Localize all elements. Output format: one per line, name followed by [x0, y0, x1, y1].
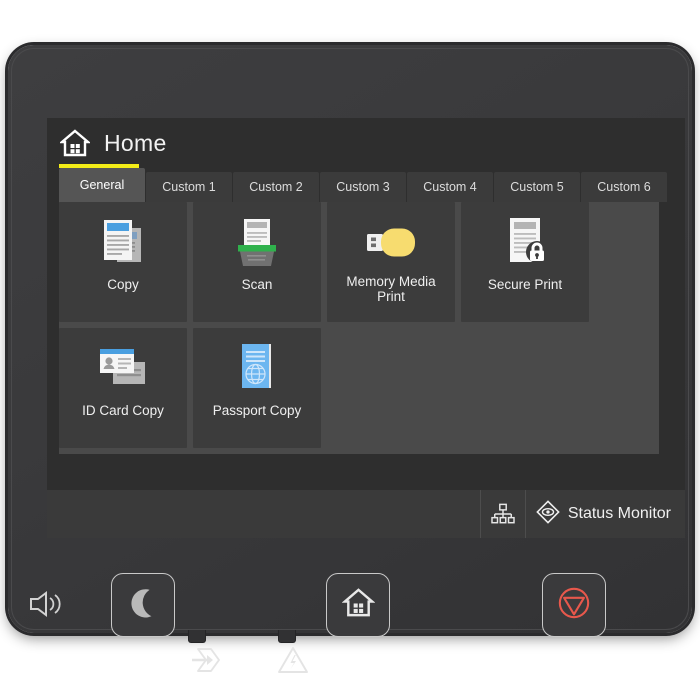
- passport-icon: [225, 340, 289, 398]
- data-arrow-icon: [189, 643, 223, 677]
- document-lock-icon: [493, 214, 557, 272]
- network-lan-icon[interactable]: [479, 490, 526, 538]
- tile-scan[interactable]: Scan: [193, 202, 321, 322]
- status-monitor-label: Status Monitor: [567, 505, 671, 522]
- tab-custom-4[interactable]: Custom 4: [407, 172, 493, 202]
- status-bar: Status Monitor: [47, 490, 685, 538]
- sleep-button[interactable]: [111, 573, 175, 637]
- tab-custom-1[interactable]: Custom 1: [146, 172, 232, 202]
- printer-control-panel: Home General Custom 1 Custom 2 Custom 3 …: [8, 45, 692, 673]
- tab-custom-5[interactable]: Custom 5: [494, 172, 580, 202]
- crescent-moon-icon: [127, 587, 159, 624]
- tile-id-card-copy[interactable]: ID Card Copy: [59, 328, 187, 448]
- copy-document-icon: [91, 214, 155, 272]
- tile-label: ID Card Copy: [82, 403, 164, 418]
- home-icon: [58, 128, 92, 158]
- scanner-icon: [225, 214, 289, 272]
- tab-custom-3[interactable]: Custom 3: [320, 172, 406, 202]
- screen-header: Home: [47, 118, 685, 168]
- tile-label: Scan: [241, 277, 273, 292]
- home-button[interactable]: [326, 573, 390, 637]
- home-icon: [341, 586, 375, 624]
- tile-passport-copy[interactable]: Passport Copy: [193, 328, 321, 448]
- tile-label: Copy: [107, 277, 139, 292]
- tile-row: Copy Scan Memory Media Print Secure Prin…: [59, 202, 659, 322]
- tab-custom-2[interactable]: Custom 2: [233, 172, 319, 202]
- usb-flash-drive-icon: [359, 214, 423, 272]
- lcd-touchscreen[interactable]: Home General Custom 1 Custom 2 Custom 3 …: [47, 118, 685, 538]
- stop-button[interactable]: [542, 573, 606, 637]
- error-warning-icon: [276, 643, 310, 677]
- panel-foot: [188, 630, 206, 643]
- tile-memory-media-print[interactable]: Memory Media Print: [327, 202, 455, 322]
- tile-empty-slot: [327, 328, 659, 448]
- status-monitor-eye-icon: [536, 499, 560, 529]
- speaker-volume-icon: [26, 588, 66, 620]
- tile-row: ID Card Copy Passport Copy: [59, 328, 659, 448]
- tile-empty-slot: [595, 202, 659, 322]
- tile-secure-print[interactable]: Secure Print: [461, 202, 589, 322]
- tab-general[interactable]: General: [59, 168, 145, 202]
- tab-custom-6[interactable]: Custom 6: [581, 172, 667, 202]
- tile-label: Memory Media Print: [346, 274, 436, 304]
- tile-label: Passport Copy: [212, 403, 302, 418]
- page-title: Home: [104, 129, 167, 156]
- tab-bar[interactable]: General Custom 1 Custom 2 Custom 3 Custo…: [47, 168, 685, 202]
- tile-label: Secure Print: [487, 277, 563, 292]
- panel-foot: [278, 630, 296, 643]
- id-card-icon: [91, 340, 155, 398]
- title-accent-underline: [59, 164, 139, 168]
- app-tile-grid: Copy Scan Memory Media Print Secure Prin…: [59, 202, 659, 454]
- stop-icon: [557, 586, 591, 625]
- status-monitor-button[interactable]: Status Monitor: [526, 490, 685, 538]
- tile-copy[interactable]: Copy: [59, 202, 187, 322]
